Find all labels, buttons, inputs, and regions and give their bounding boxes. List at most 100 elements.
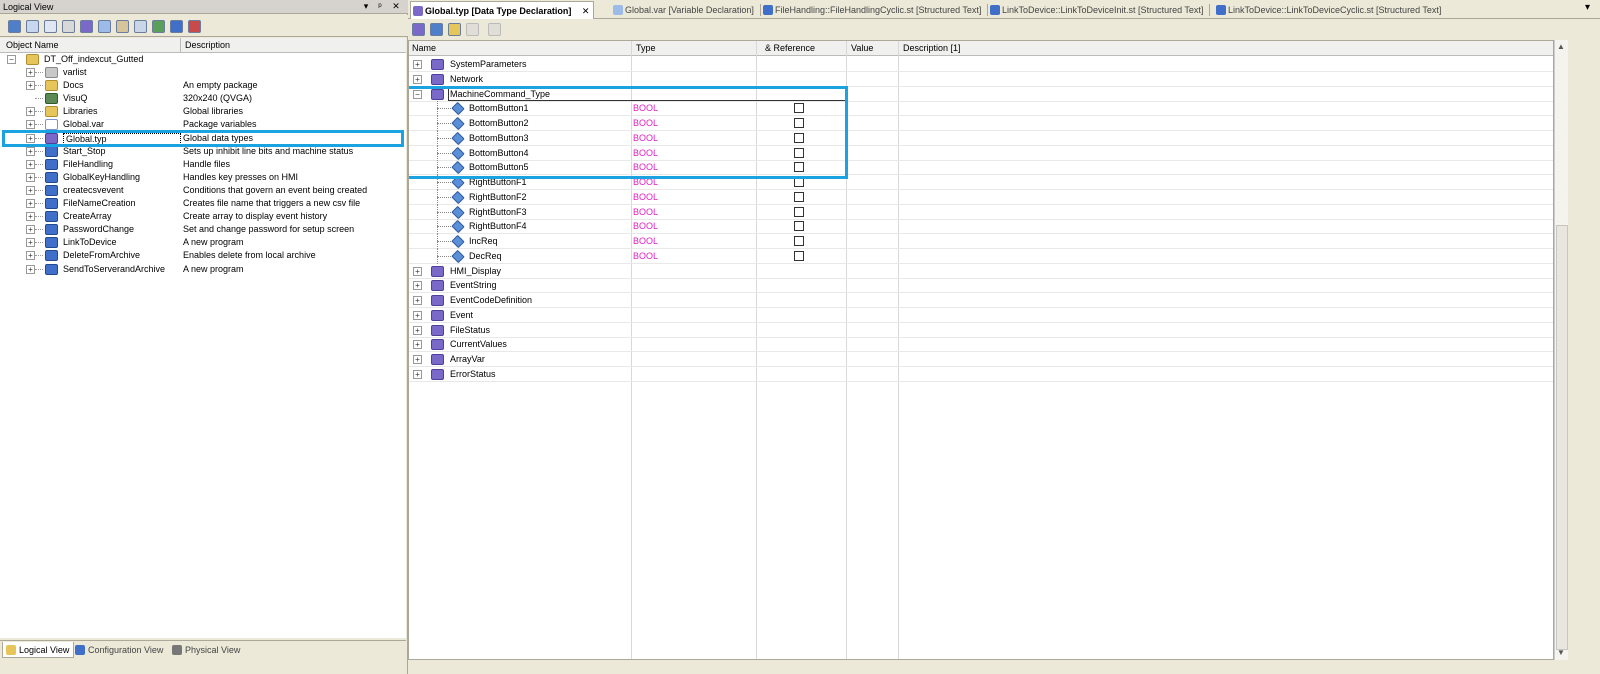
member-name[interactable]: RightButtonF3 <box>469 207 527 217</box>
tree-item[interactable]: + createcsvevent Conditions that govern an… <box>0 184 406 197</box>
expand-icon[interactable]: + <box>413 74 422 84</box>
expand-icon[interactable]: + <box>413 60 422 69</box>
delete-icon[interactable] <box>188 20 201 33</box>
scroll-down-icon[interactable]: ▼ <box>1557 648 1565 657</box>
reference-checkbox[interactable] <box>794 236 804 246</box>
table-icon[interactable] <box>26 20 39 33</box>
type-row[interactable]: + FileStatus <box>409 323 1553 338</box>
member-name[interactable]: RightButtonF4 <box>469 221 527 231</box>
tree-item[interactable]: + DeleteFromArchive Enables delete from lo… <box>0 249 406 262</box>
close-tab-icon[interactable]: ✕ <box>582 6 590 16</box>
properties-icon[interactable] <box>134 20 147 33</box>
variable-icon[interactable] <box>98 20 111 33</box>
pin-icon[interactable]: ᵖ <box>374 1 386 11</box>
tab-linktodevice-init[interactable]: LinkToDevice::LinkToDeviceInit.st [Struc… <box>988 1 1211 19</box>
image-icon[interactable] <box>44 20 57 33</box>
reference-checkbox[interactable] <box>794 250 804 261</box>
expand-icon[interactable]: + <box>26 68 35 77</box>
expand-icon[interactable]: + <box>26 120 35 130</box>
type-row[interactable]: + HMI_Display <box>409 264 1553 279</box>
add-member-icon[interactable] <box>430 23 443 36</box>
column-header-name[interactable]: Name <box>412 43 436 53</box>
tree-item[interactable]: VisuQ 320x240 (QVGA) <box>0 92 406 105</box>
pane-menu-icon[interactable]: ▾ <box>360 1 372 12</box>
expand-icon[interactable]: + <box>26 264 35 274</box>
tree-item[interactable]: + GlobalKeyHandling Handles key presses on… <box>0 171 406 184</box>
tree-item[interactable]: + varlist <box>0 66 406 79</box>
member-type[interactable]: BOOL <box>633 207 658 217</box>
type-row[interactable]: + ArrayVar <box>409 352 1553 367</box>
tree-item[interactable]: + Docs An empty package <box>0 79 406 92</box>
expand-icon[interactable]: + <box>413 325 422 335</box>
member-type[interactable]: BOOL <box>633 236 658 246</box>
text-icon[interactable] <box>62 20 75 33</box>
member-row[interactable]: DecReq BOOL <box>409 248 1553 264</box>
add-type-icon[interactable] <box>412 23 425 36</box>
member-row[interactable]: RightButtonF4 BOOL <box>409 219 1553 235</box>
reference-checkbox[interactable] <box>794 191 804 202</box>
expand-icon[interactable]: + <box>413 266 422 276</box>
expand-icon[interactable]: + <box>413 296 422 305</box>
expand-icon[interactable]: + <box>26 185 35 195</box>
expand-icon[interactable]: + <box>26 159 35 169</box>
column-header-description[interactable]: Description <box>185 40 230 50</box>
expand-icon[interactable]: + <box>26 199 35 208</box>
type-row[interactable]: + CurrentValues <box>409 337 1553 353</box>
expand-icon[interactable]: + <box>26 212 35 222</box>
expand-icon[interactable]: + <box>413 281 422 291</box>
expand-icon[interactable]: + <box>413 310 422 320</box>
reference-checkbox[interactable] <box>794 221 804 232</box>
type-row[interactable]: + EventCodeDefinition <box>409 293 1553 308</box>
tree-item[interactable]: + FileNameCreation Creates file name that … <box>0 197 406 210</box>
type-row[interactable]: + Event <box>409 308 1553 323</box>
expand-icon[interactable]: + <box>413 369 422 379</box>
member-name[interactable]: IncReq <box>469 236 498 246</box>
type-row[interactable]: + SystemParameters <box>409 57 1553 72</box>
column-divider[interactable] <box>180 38 181 53</box>
add-struct-icon[interactable] <box>448 23 461 36</box>
member-row[interactable]: RightButtonF3 BOOL <box>409 204 1553 220</box>
datatype-icon[interactable] <box>80 20 93 33</box>
member-name[interactable]: RightButtonF2 <box>469 192 527 202</box>
tab-list-dropdown-icon[interactable]: ▾ <box>1585 2 1590 13</box>
tab-global-var[interactable]: Global.var [Variable Declaration] <box>611 1 761 19</box>
collapse-icon[interactable]: − <box>7 55 16 64</box>
tree-root[interactable]: − DT_Off_indexcut_Gutted <box>0 53 406 66</box>
column-header-reference[interactable]: & Reference <box>765 43 815 53</box>
scroll-up-icon[interactable]: ▲ <box>1557 42 1565 51</box>
expand-icon[interactable]: + <box>26 251 35 261</box>
column-header-description[interactable]: Description [1] <box>903 43 961 53</box>
tree-item[interactable]: + LinkToDevice A new program <box>0 236 406 249</box>
add-object-icon[interactable] <box>152 20 165 33</box>
tree-item[interactable]: + FileHandling Handle files <box>0 158 406 171</box>
tree-item[interactable]: + PasswordChange Set and change password f… <box>0 223 406 236</box>
tab-logical-view[interactable]: Logical View <box>2 642 75 658</box>
tab-configuration-view[interactable]: Configuration View <box>72 642 167 658</box>
expand-icon[interactable]: + <box>413 355 422 364</box>
column-header-object-name[interactable]: Object Name <box>6 40 59 50</box>
tree-item[interactable]: + Libraries Global libraries <box>0 105 406 118</box>
member-type[interactable]: BOOL <box>633 221 658 231</box>
reference-checkbox[interactable] <box>794 206 804 217</box>
settings-icon[interactable] <box>116 20 129 33</box>
tree-item[interactable]: + CreateArray Create array to display even… <box>0 210 406 223</box>
member-name[interactable]: DecReq <box>469 251 502 261</box>
vertical-scrollbar[interactable]: ▲ ▼ <box>1554 40 1568 660</box>
tab-global-typ[interactable]: Global.typ [Data Type Declaration] ✕ <box>410 1 595 19</box>
program-icon[interactable] <box>170 20 183 33</box>
expand-icon[interactable]: + <box>26 81 35 91</box>
close-icon[interactable]: ✕ <box>390 1 402 12</box>
tab-physical-view[interactable]: Physical View <box>169 642 244 658</box>
tree-item[interactable]: + SendToServerandArchive A new program <box>0 263 406 276</box>
column-header-value[interactable]: Value <box>851 43 873 53</box>
open-icon[interactable] <box>8 20 21 33</box>
expand-icon[interactable]: + <box>26 238 35 248</box>
member-type[interactable]: BOOL <box>633 251 658 261</box>
member-type[interactable]: BOOL <box>633 192 658 202</box>
expand-icon[interactable]: + <box>413 340 422 350</box>
type-row[interactable]: + ErrorStatus <box>409 367 1553 382</box>
expand-icon[interactable]: + <box>26 172 35 182</box>
tab-linktodevice-cyclic[interactable]: LinkToDevice::LinkToDeviceCyclic.st [Str… <box>1214 1 1445 19</box>
expand-icon[interactable]: + <box>26 146 35 156</box>
tab-filehandling-cyclic[interactable]: FileHandling::FileHandlingCyclic.st [Str… <box>761 1 989 19</box>
